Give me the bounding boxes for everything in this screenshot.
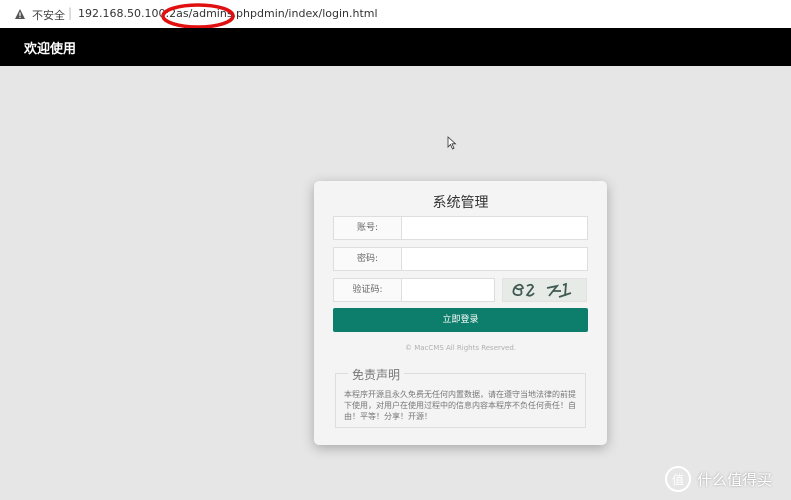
disclaimer-box: 免责声明 本程序开源且永久免费无任何内置数据，请在遵守当地法律的前提下使用，对用…: [335, 366, 586, 428]
copyright-text: © MacCMS All Rights Reserved.: [404, 344, 516, 352]
mouse-cursor-icon: [447, 136, 457, 150]
svg-text:值: 值: [672, 472, 684, 487]
header-title: 欢迎使用: [24, 42, 77, 57]
watermark-text: 什么值得买: [697, 471, 773, 489]
warning-icon: [15, 9, 25, 19]
captcha-input[interactable]: [402, 278, 495, 302]
url-path-rest: dmin/index/login.html: [257, 7, 378, 20]
red-annotation-circle: [161, 3, 235, 29]
password-row: 密码:: [333, 247, 588, 271]
password-input[interactable]: [402, 247, 588, 271]
browser-address-bar[interactable]: 不安全 | 192.168.50.100:2as/admins.phpdmin/…: [0, 0, 791, 29]
address-separator: |: [68, 6, 73, 20]
captcha-image[interactable]: [502, 278, 587, 302]
disclaimer-text: 本程序开源且永久免费无任何内置数据，请在遵守当地法律的前提下使用，对用户在使用过…: [344, 390, 576, 421]
security-label[interactable]: 不安全: [32, 7, 65, 23]
top-header-bar: 欢迎使用: [0, 28, 791, 66]
login-panel: 系统管理 账号: 密码: 验证码: 立即登录 © MacCMS All Righ…: [314, 181, 607, 445]
account-label: 账号:: [333, 216, 402, 240]
disclaimer-legend: 免责声明: [348, 366, 405, 383]
password-label: 密码:: [333, 247, 402, 271]
captcha-row: 验证码:: [333, 278, 588, 302]
account-input[interactable]: [402, 216, 588, 240]
captcha-label: 验证码:: [333, 278, 402, 302]
captcha-glyphs: [512, 282, 572, 298]
login-submit-button[interactable]: 立即登录: [333, 308, 588, 332]
login-title: 系统管理: [432, 195, 489, 211]
smzdm-logo-icon: 值: [665, 466, 691, 492]
account-row: 账号:: [333, 216, 588, 240]
